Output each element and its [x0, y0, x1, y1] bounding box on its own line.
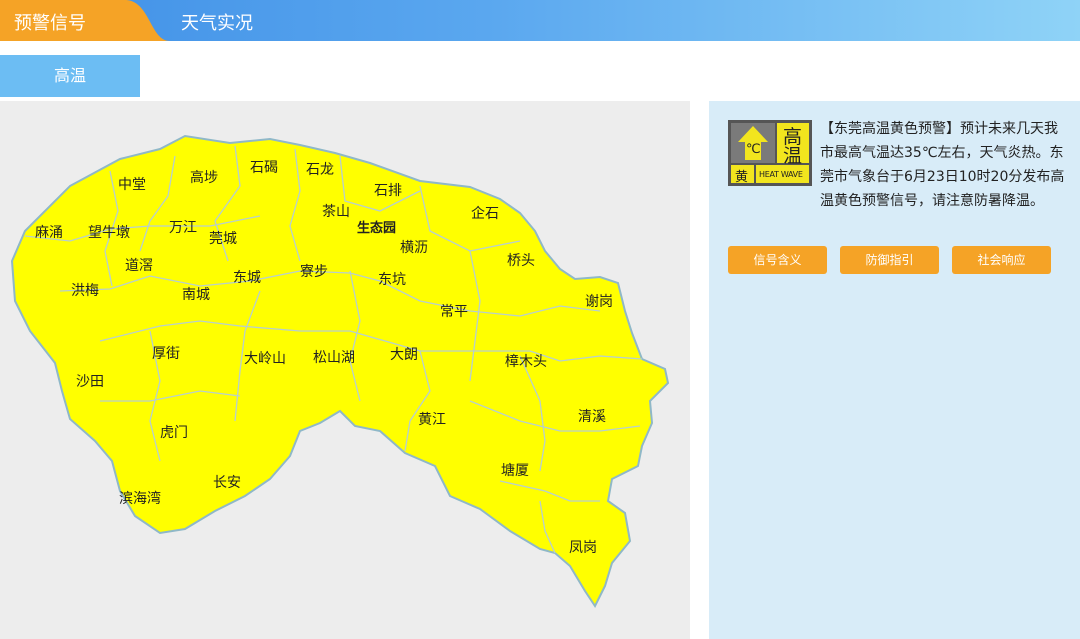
town-fenggang[interactable]: 凤岗 [569, 537, 597, 557]
tab-warning-label: 预警信号 [14, 13, 86, 34]
town-shengtaiyuan[interactable]: 生态园 [357, 217, 396, 236]
town-nancheng[interactable]: 南城 [182, 284, 210, 304]
town-wanjiang[interactable]: 万江 [169, 217, 197, 237]
town-houjie[interactable]: 厚街 [152, 343, 180, 363]
signal-char-2: 温 [783, 145, 803, 167]
town-dongcheng[interactable]: 东城 [233, 267, 261, 287]
signal-english: HEAT WAVE [759, 170, 803, 179]
town-changping[interactable]: 常平 [440, 301, 468, 321]
signal-unit: ℃ [746, 142, 761, 157]
warning-message: 【东莞高温黄色预警】预计未来几天我市最高气温达35℃左右，天气炎热。东莞市气象台… [820, 121, 1065, 209]
town-daojiao[interactable]: 道滘 [125, 255, 153, 275]
town-liaobu[interactable]: 寮步 [300, 261, 328, 281]
warning-info-panel: ℃ 高 温 黄 HEAT WAVE 【东莞高温黄色预警】预计未来几天我市最高气温… [709, 101, 1080, 639]
town-dalang[interactable]: 大朗 [390, 344, 418, 364]
town-changan[interactable]: 长安 [213, 472, 241, 492]
tab-warning-signal[interactable]: 预警信号 [0, 0, 170, 41]
signal-level: 黄 [735, 170, 749, 185]
town-qiaotou[interactable]: 桥头 [507, 250, 535, 270]
map-panel: 中堂 高埗 石碣 石龙 石排 茶山 生态园 企石 麻涌 望牛墩 万江 莞城 横沥… [0, 101, 690, 639]
social-response-button[interactable]: 社会响应 [952, 246, 1051, 274]
town-xiegang[interactable]: 谢岗 [585, 291, 613, 311]
tab-weather-live[interactable]: 天气实况 [181, 9, 253, 35]
town-shijie[interactable]: 石碣 [250, 157, 278, 177]
town-hongmei[interactable]: 洪梅 [71, 280, 99, 300]
defense-guide-button[interactable]: 防御指引 [840, 246, 939, 274]
heat-wave-signal-icon: ℃ 高 温 黄 HEAT WAVE [728, 120, 812, 186]
town-dongkeng[interactable]: 东坑 [378, 269, 406, 289]
town-hengli[interactable]: 横沥 [400, 237, 428, 257]
subtab-high-temperature[interactable]: 高温 [0, 55, 140, 97]
signal-meaning-button[interactable]: 信号含义 [728, 246, 827, 274]
town-shipai[interactable]: 石排 [374, 180, 402, 200]
town-gaobu[interactable]: 高埗 [190, 167, 218, 187]
town-shilong[interactable]: 石龙 [306, 159, 334, 179]
town-qingxi[interactable]: 清溪 [578, 406, 606, 426]
town-humen[interactable]: 虎门 [160, 422, 188, 442]
town-dalingshan[interactable]: 大岭山 [244, 348, 286, 368]
town-binhaiwan[interactable]: 滨海湾 [119, 488, 161, 508]
town-qishi[interactable]: 企石 [471, 203, 499, 223]
town-machong[interactable]: 麻涌 [35, 222, 63, 242]
town-huangjiang[interactable]: 黄江 [418, 409, 446, 429]
dongguan-map [10, 134, 670, 608]
town-zhangmutou[interactable]: 樟木头 [505, 351, 547, 371]
town-zhongtang[interactable]: 中堂 [118, 174, 146, 194]
top-nav-bar: 预警信号 天气实况 [0, 0, 1080, 41]
town-songshanhu[interactable]: 松山湖 [313, 347, 355, 367]
town-guancheng[interactable]: 莞城 [209, 228, 237, 248]
town-shatian[interactable]: 沙田 [76, 371, 104, 391]
town-chashan[interactable]: 茶山 [322, 201, 350, 221]
town-tangxia[interactable]: 塘厦 [501, 460, 529, 480]
town-wangniudun[interactable]: 望牛墩 [88, 222, 130, 242]
